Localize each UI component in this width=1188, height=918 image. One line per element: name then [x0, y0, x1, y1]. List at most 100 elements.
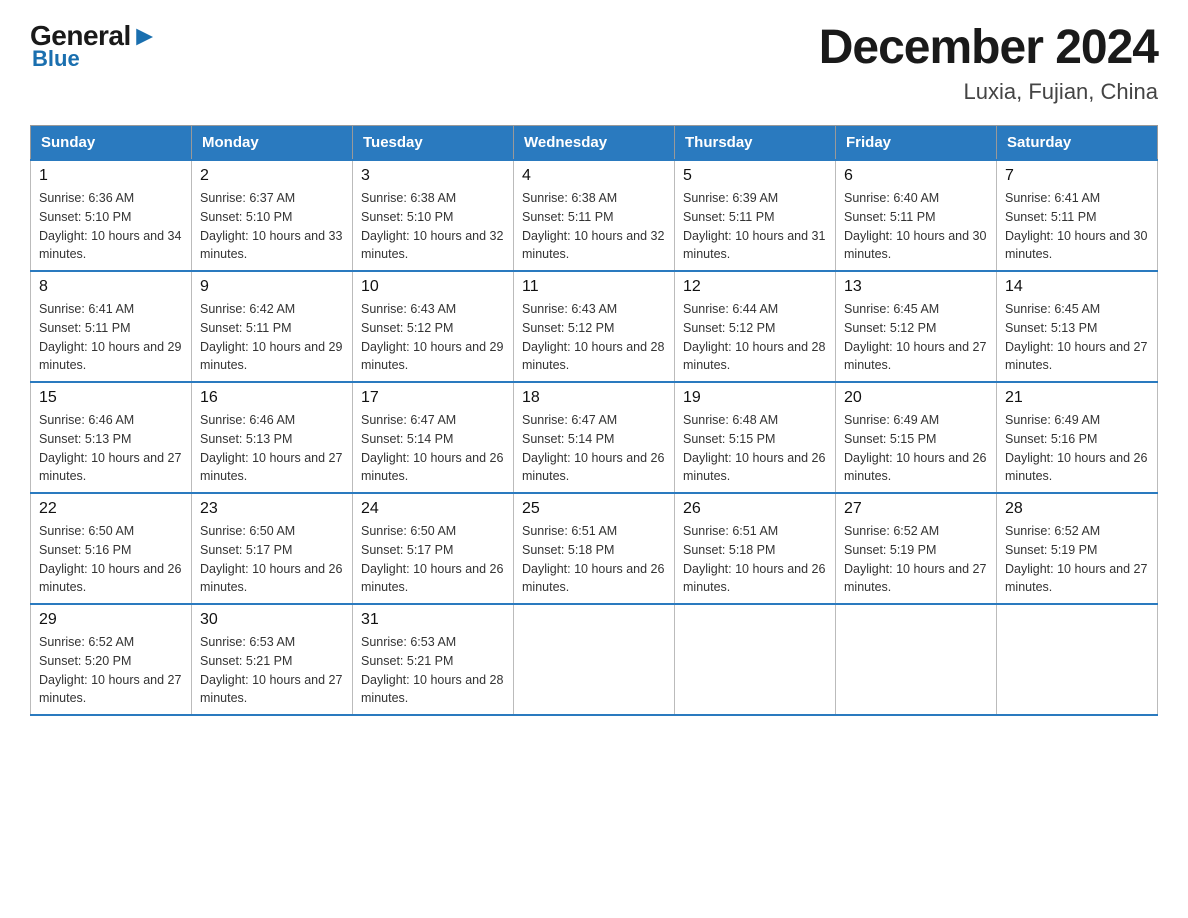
day-info: Sunrise: 6:47 AM Sunset: 5:14 PM Dayligh… — [361, 411, 505, 486]
daylight-label: Daylight: 10 hours and 29 minutes. — [361, 340, 503, 373]
day-number: 4 — [522, 167, 666, 185]
daylight-label: Daylight: 10 hours and 27 minutes. — [39, 451, 181, 484]
day-number: 19 — [683, 389, 827, 407]
sunset-label: Sunset: 5:18 PM — [522, 543, 614, 557]
page-subtitle: Luxia, Fujian, China — [819, 79, 1158, 105]
sunrise-label: Sunrise: 6:51 AM — [683, 524, 778, 538]
table-row: 26 Sunrise: 6:51 AM Sunset: 5:18 PM Dayl… — [675, 493, 836, 604]
day-info: Sunrise: 6:44 AM Sunset: 5:12 PM Dayligh… — [683, 300, 827, 375]
calendar-header-row: Sunday Monday Tuesday Wednesday Thursday… — [31, 126, 1158, 161]
sunrise-label: Sunrise: 6:50 AM — [361, 524, 456, 538]
table-row: 18 Sunrise: 6:47 AM Sunset: 5:14 PM Dayl… — [514, 382, 675, 493]
sunset-label: Sunset: 5:14 PM — [361, 432, 453, 446]
daylight-label: Daylight: 10 hours and 26 minutes. — [1005, 451, 1147, 484]
header-saturday: Saturday — [997, 126, 1158, 161]
sunset-label: Sunset: 5:12 PM — [844, 321, 936, 335]
day-number: 10 — [361, 278, 505, 296]
header-sunday: Sunday — [31, 126, 192, 161]
sunrise-label: Sunrise: 6:52 AM — [1005, 524, 1100, 538]
day-info: Sunrise: 6:38 AM Sunset: 5:11 PM Dayligh… — [522, 189, 666, 264]
sunrise-label: Sunrise: 6:38 AM — [361, 191, 456, 205]
sunrise-label: Sunrise: 6:44 AM — [683, 302, 778, 316]
day-info: Sunrise: 6:51 AM Sunset: 5:18 PM Dayligh… — [683, 522, 827, 597]
day-info: Sunrise: 6:36 AM Sunset: 5:10 PM Dayligh… — [39, 189, 183, 264]
sunrise-label: Sunrise: 6:47 AM — [361, 413, 456, 427]
daylight-label: Daylight: 10 hours and 28 minutes. — [683, 340, 825, 373]
table-row: 25 Sunrise: 6:51 AM Sunset: 5:18 PM Dayl… — [514, 493, 675, 604]
sunrise-label: Sunrise: 6:46 AM — [39, 413, 134, 427]
day-number: 18 — [522, 389, 666, 407]
day-number: 21 — [1005, 389, 1149, 407]
day-number: 28 — [1005, 500, 1149, 518]
daylight-label: Daylight: 10 hours and 30 minutes. — [844, 229, 986, 262]
day-info: Sunrise: 6:48 AM Sunset: 5:15 PM Dayligh… — [683, 411, 827, 486]
daylight-label: Daylight: 10 hours and 26 minutes. — [361, 451, 503, 484]
day-info: Sunrise: 6:47 AM Sunset: 5:14 PM Dayligh… — [522, 411, 666, 486]
calendar-week-row: 8 Sunrise: 6:41 AM Sunset: 5:11 PM Dayli… — [31, 271, 1158, 382]
sunset-label: Sunset: 5:17 PM — [361, 543, 453, 557]
daylight-label: Daylight: 10 hours and 26 minutes. — [844, 451, 986, 484]
day-info: Sunrise: 6:52 AM Sunset: 5:19 PM Dayligh… — [1005, 522, 1149, 597]
table-row: 22 Sunrise: 6:50 AM Sunset: 5:16 PM Dayl… — [31, 493, 192, 604]
day-info: Sunrise: 6:43 AM Sunset: 5:12 PM Dayligh… — [361, 300, 505, 375]
day-number: 27 — [844, 500, 988, 518]
day-number: 29 — [39, 611, 183, 629]
day-number: 17 — [361, 389, 505, 407]
sunrise-label: Sunrise: 6:41 AM — [39, 302, 134, 316]
sunrise-label: Sunrise: 6:45 AM — [844, 302, 939, 316]
day-info: Sunrise: 6:53 AM Sunset: 5:21 PM Dayligh… — [361, 633, 505, 708]
day-info: Sunrise: 6:40 AM Sunset: 5:11 PM Dayligh… — [844, 189, 988, 264]
header-tuesday: Tuesday — [353, 126, 514, 161]
day-number: 16 — [200, 389, 344, 407]
table-row: 9 Sunrise: 6:42 AM Sunset: 5:11 PM Dayli… — [192, 271, 353, 382]
day-info: Sunrise: 6:37 AM Sunset: 5:10 PM Dayligh… — [200, 189, 344, 264]
sunset-label: Sunset: 5:11 PM — [39, 321, 131, 335]
sunrise-label: Sunrise: 6:47 AM — [522, 413, 617, 427]
sunset-label: Sunset: 5:21 PM — [361, 654, 453, 668]
logo: General► Blue — [30, 20, 158, 72]
sunset-label: Sunset: 5:13 PM — [1005, 321, 1097, 335]
sunrise-label: Sunrise: 6:40 AM — [844, 191, 939, 205]
day-number: 7 — [1005, 167, 1149, 185]
table-row — [675, 604, 836, 715]
day-number: 14 — [1005, 278, 1149, 296]
table-row: 20 Sunrise: 6:49 AM Sunset: 5:15 PM Dayl… — [836, 382, 997, 493]
calendar-table: Sunday Monday Tuesday Wednesday Thursday… — [30, 125, 1158, 716]
header: General► Blue December 2024 Luxia, Fujia… — [30, 20, 1158, 105]
day-info: Sunrise: 6:52 AM Sunset: 5:19 PM Dayligh… — [844, 522, 988, 597]
header-monday: Monday — [192, 126, 353, 161]
day-info: Sunrise: 6:45 AM Sunset: 5:12 PM Dayligh… — [844, 300, 988, 375]
sunrise-label: Sunrise: 6:46 AM — [200, 413, 295, 427]
sunset-label: Sunset: 5:15 PM — [844, 432, 936, 446]
table-row: 16 Sunrise: 6:46 AM Sunset: 5:13 PM Dayl… — [192, 382, 353, 493]
table-row: 27 Sunrise: 6:52 AM Sunset: 5:19 PM Dayl… — [836, 493, 997, 604]
day-info: Sunrise: 6:41 AM Sunset: 5:11 PM Dayligh… — [1005, 189, 1149, 264]
daylight-label: Daylight: 10 hours and 27 minutes. — [844, 562, 986, 595]
sunset-label: Sunset: 5:21 PM — [200, 654, 292, 668]
sunrise-label: Sunrise: 6:41 AM — [1005, 191, 1100, 205]
sunrise-label: Sunrise: 6:53 AM — [361, 635, 456, 649]
table-row: 12 Sunrise: 6:44 AM Sunset: 5:12 PM Dayl… — [675, 271, 836, 382]
table-row: 13 Sunrise: 6:45 AM Sunset: 5:12 PM Dayl… — [836, 271, 997, 382]
sunrise-label: Sunrise: 6:36 AM — [39, 191, 134, 205]
daylight-label: Daylight: 10 hours and 29 minutes. — [200, 340, 342, 373]
day-info: Sunrise: 6:50 AM Sunset: 5:17 PM Dayligh… — [361, 522, 505, 597]
calendar-week-row: 15 Sunrise: 6:46 AM Sunset: 5:13 PM Dayl… — [31, 382, 1158, 493]
table-row: 4 Sunrise: 6:38 AM Sunset: 5:11 PM Dayli… — [514, 160, 675, 271]
daylight-label: Daylight: 10 hours and 26 minutes. — [683, 451, 825, 484]
day-info: Sunrise: 6:50 AM Sunset: 5:17 PM Dayligh… — [200, 522, 344, 597]
header-friday: Friday — [836, 126, 997, 161]
daylight-label: Daylight: 10 hours and 28 minutes. — [361, 673, 503, 706]
day-info: Sunrise: 6:45 AM Sunset: 5:13 PM Dayligh… — [1005, 300, 1149, 375]
day-number: 23 — [200, 500, 344, 518]
day-number: 2 — [200, 167, 344, 185]
day-number: 5 — [683, 167, 827, 185]
daylight-label: Daylight: 10 hours and 26 minutes. — [522, 562, 664, 595]
sunset-label: Sunset: 5:11 PM — [844, 210, 936, 224]
day-number: 13 — [844, 278, 988, 296]
day-info: Sunrise: 6:50 AM Sunset: 5:16 PM Dayligh… — [39, 522, 183, 597]
sunset-label: Sunset: 5:11 PM — [1005, 210, 1097, 224]
daylight-label: Daylight: 10 hours and 30 minutes. — [1005, 229, 1147, 262]
sunset-label: Sunset: 5:10 PM — [361, 210, 453, 224]
daylight-label: Daylight: 10 hours and 27 minutes. — [1005, 562, 1147, 595]
